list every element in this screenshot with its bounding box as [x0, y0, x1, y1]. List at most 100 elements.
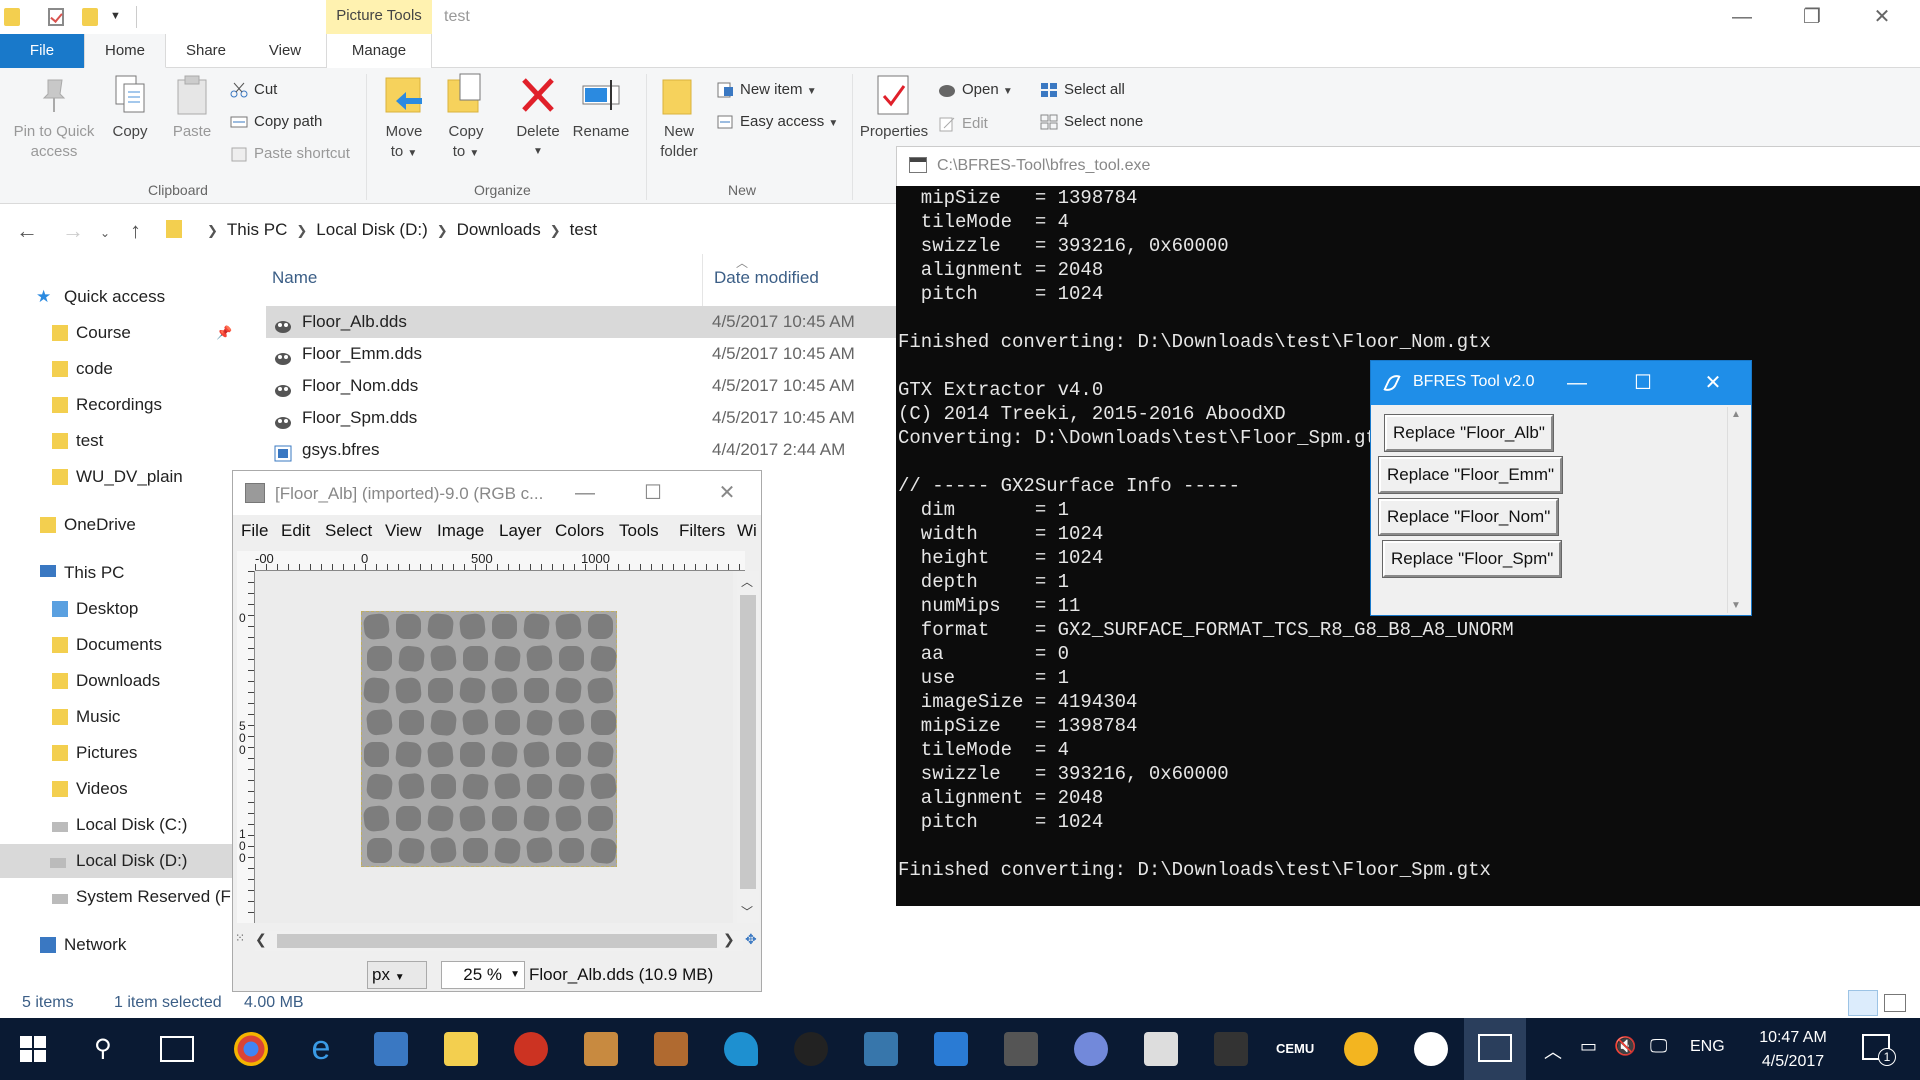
app-icon[interactable] — [374, 1032, 408, 1066]
menu-file[interactable]: File — [241, 521, 268, 541]
forward-arrow-icon[interactable]: → — [62, 218, 84, 244]
scroll-down-icon[interactable]: ﹀ — [741, 903, 753, 920]
game-icon[interactable] — [514, 1032, 548, 1066]
breadcrumb-this-pc[interactable]: This PC — [227, 220, 287, 239]
network-icon[interactable]: 🖵 — [1650, 1036, 1667, 1057]
new-folder-button[interactable]: New folder — [654, 68, 704, 162]
close-button[interactable]: ✕ — [707, 479, 747, 507]
unit-select[interactable]: px ▼ — [367, 961, 427, 989]
scroll-thumb[interactable] — [740, 595, 756, 889]
file-row[interactable]: Floor_Emm.dds 4/5/2017 10:45 AM — [266, 338, 906, 370]
tab-home[interactable]: Home — [84, 34, 166, 68]
close-button[interactable]: ✕ — [1693, 367, 1733, 399]
vertical-scrollbar[interactable]: ︿ ﹀ — [737, 571, 759, 923]
open-button[interactable]: Open ▼ — [936, 78, 1013, 102]
minimize-button[interactable]: — — [1557, 367, 1597, 399]
vertical-ruler[interactable]: 0 5 0 0 1 0 0 — [237, 571, 255, 923]
nav-local-disk-d[interactable]: Local Disk (D:) — [0, 844, 238, 878]
breadcrumb-local-disk-d[interactable]: Local Disk (D:) — [316, 220, 427, 239]
replace-floor-spm-button[interactable]: Replace "Floor_Spm" — [1381, 540, 1563, 578]
customize-quick-access-dropdown[interactable]: ▼ — [110, 10, 121, 22]
file-row[interactable]: Floor_Alb.dds 4/5/2017 10:45 AM — [266, 306, 906, 338]
menu-image[interactable]: Image — [437, 521, 484, 541]
nav-system-reserved[interactable]: System Reserved (F: — [52, 880, 238, 914]
tab-view[interactable]: View — [252, 34, 318, 68]
menu-filters[interactable]: Filters — [679, 521, 725, 541]
windows-start-icon[interactable] — [20, 1036, 46, 1062]
pin-to-quick-access-button[interactable]: Pin to Quick access — [6, 68, 102, 162]
scroll-left-icon[interactable]: ❮ — [255, 931, 267, 948]
file-row[interactable]: gsys.bfres 4/4/2017 2:44 AM — [266, 434, 906, 466]
game-icon[interactable] — [584, 1032, 618, 1066]
horizontal-ruler[interactable]: -00 0 500 1000 — [255, 551, 745, 571]
task-view-icon[interactable] — [160, 1036, 194, 1062]
cut-button[interactable]: Cut — [228, 78, 277, 102]
app-icon[interactable] — [934, 1032, 968, 1066]
tab-manage[interactable]: Manage — [326, 34, 432, 68]
edit-button[interactable]: Edit — [936, 112, 988, 136]
properties-button[interactable]: Properties — [856, 68, 932, 142]
move-to-button[interactable]: Move to ▼ — [378, 68, 430, 164]
scroll-up-icon[interactable]: ▲ — [1731, 409, 1741, 420]
copy-path-button[interactable]: Copy path — [228, 110, 322, 134]
file-row[interactable]: Floor_Spm.dds 4/5/2017 10:45 AM — [266, 402, 906, 434]
show-hidden-icons-icon[interactable]: ︿ — [1544, 1038, 1562, 1064]
folder-icon[interactable] — [4, 8, 20, 26]
cemu-icon[interactable]: CEMU — [1276, 1032, 1324, 1066]
quick-mask-icon[interactable]: ⁙ — [235, 931, 245, 945]
properties-check-icon[interactable] — [48, 8, 64, 26]
easy-access-button[interactable]: Easy access ▼ — [714, 110, 838, 134]
maximize-button[interactable]: ☐ — [633, 479, 673, 507]
paste-shortcut-button[interactable]: Paste shortcut — [228, 142, 350, 166]
app-icon[interactable] — [1344, 1032, 1378, 1066]
app-icon[interactable] — [1144, 1032, 1178, 1066]
replace-floor-emm-button[interactable]: Replace "Floor_Emm" — [1377, 456, 1564, 494]
menu-view[interactable]: View — [385, 521, 422, 541]
chrome-icon[interactable] — [234, 1032, 268, 1066]
breadcrumb[interactable]: ❯ This PC ❯ Local Disk (D:) ❯ Downloads ❯ test — [198, 212, 597, 248]
app-icon[interactable] — [794, 1032, 828, 1066]
column-divider[interactable] — [702, 254, 703, 308]
vertical-scrollbar[interactable]: ▲ ▼ — [1727, 407, 1749, 613]
scroll-right-icon[interactable]: ❯ — [723, 931, 735, 948]
gimp-icon[interactable] — [1004, 1032, 1038, 1066]
app-icon[interactable] — [1214, 1032, 1248, 1066]
search-icon[interactable]: ⚲ — [94, 1034, 112, 1063]
tab-file[interactable]: File — [0, 34, 84, 68]
menu-tools[interactable]: Tools — [619, 521, 659, 541]
clock[interactable]: 10:47 AM 4/5/2017 — [1738, 1026, 1848, 1074]
file-row[interactable]: Floor_Nom.dds 4/5/2017 10:45 AM — [266, 370, 906, 402]
volume-muted-icon[interactable]: 🔇 — [1614, 1036, 1636, 1057]
breadcrumb-test[interactable]: test — [570, 220, 597, 239]
navigate-icon[interactable]: ✥ — [745, 931, 757, 948]
menu-windows[interactable]: Wi — [737, 521, 757, 541]
select-none-button[interactable]: Select none — [1038, 110, 1143, 134]
replace-floor-alb-button[interactable]: Replace "Floor_Alb" — [1384, 414, 1554, 452]
select-all-button[interactable]: Select all — [1038, 78, 1125, 102]
new-item-button[interactable]: New item ▼ — [714, 78, 817, 102]
file-explorer-icon[interactable] — [444, 1032, 478, 1066]
nav-course[interactable]: Course 📌 — [52, 316, 238, 350]
menu-layer[interactable]: Layer — [499, 521, 542, 541]
back-arrow-icon[interactable]: ← — [16, 218, 38, 244]
scroll-thumb[interactable] — [277, 934, 717, 948]
input-language[interactable]: ENG — [1690, 1038, 1725, 1056]
menu-edit[interactable]: Edit — [281, 521, 310, 541]
delete-button[interactable]: Delete ▼ — [508, 68, 568, 162]
active-console-task[interactable] — [1464, 1018, 1526, 1080]
python-icon[interactable] — [864, 1032, 898, 1066]
column-header-date-modified[interactable]: Date modified — [714, 268, 819, 288]
close-button[interactable]: ✕ — [1852, 2, 1912, 32]
maximize-button[interactable]: ☐ — [1623, 367, 1663, 399]
game-icon[interactable] — [654, 1032, 688, 1066]
dolphin-icon[interactable] — [724, 1032, 758, 1066]
column-header-name[interactable]: Name — [272, 268, 317, 288]
new-folder-icon[interactable] — [82, 8, 98, 26]
replace-floor-nom-button[interactable]: Replace "Floor_Nom" — [1377, 498, 1560, 536]
up-arrow-icon[interactable]: ↑ — [130, 218, 141, 244]
minimize-button[interactable]: — — [565, 479, 605, 507]
scroll-up-icon[interactable]: ︿ — [741, 573, 753, 590]
discord-icon[interactable] — [1074, 1032, 1108, 1066]
copy-to-button[interactable]: Copy to ▼ — [440, 68, 492, 164]
edge-icon[interactable]: e — [304, 1031, 338, 1066]
